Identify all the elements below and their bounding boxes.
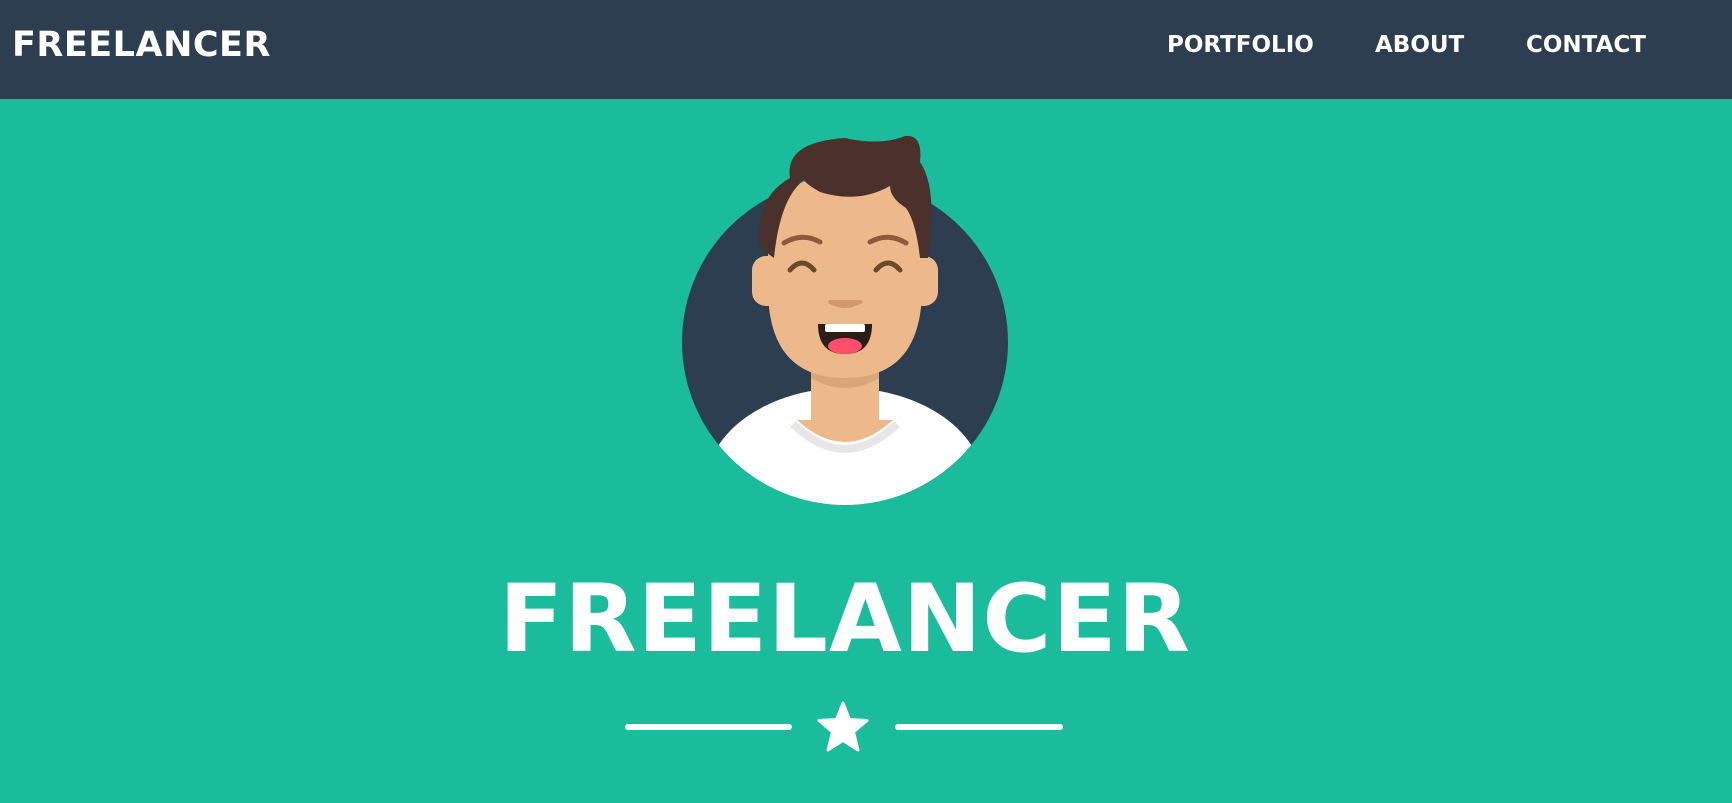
nav-link-contact[interactable]: CONTACT	[1526, 32, 1646, 58]
star-icon	[817, 701, 869, 752]
divider-line-right	[895, 724, 1063, 730]
brand-link[interactable]: FREELANCER	[12, 26, 271, 64]
hero-title: FREELANCER	[499, 565, 1191, 674]
avatar-illustration	[682, 135, 1008, 505]
nav-link-portfolio[interactable]: PORTFOLIO	[1167, 32, 1314, 58]
navbar: FREELANCER PORTFOLIO ABOUT CONTACT	[0, 0, 1732, 99]
nav-link-about[interactable]: ABOUT	[1375, 32, 1464, 58]
divider-line-left	[625, 724, 792, 730]
